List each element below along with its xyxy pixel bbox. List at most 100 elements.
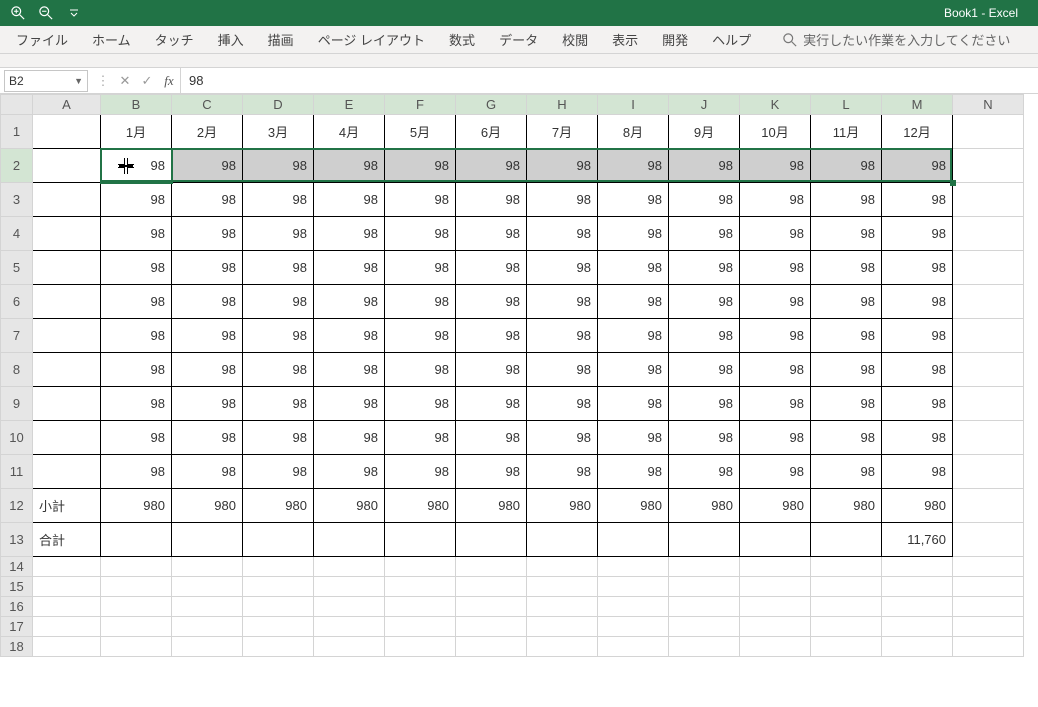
subtotal-cell[interactable]: 980 bbox=[669, 489, 740, 523]
data-cell[interactable]: 98 bbox=[172, 183, 243, 217]
cell-A2[interactable] bbox=[33, 149, 101, 183]
data-cell[interactable]: 98 bbox=[527, 319, 598, 353]
empty-cell[interactable] bbox=[882, 637, 953, 657]
empty-cell[interactable] bbox=[385, 637, 456, 657]
empty-cell[interactable] bbox=[101, 637, 172, 657]
data-cell[interactable]: 98 bbox=[598, 285, 669, 319]
data-cell[interactable]: 98 bbox=[811, 251, 882, 285]
subtotal-cell[interactable]: 980 bbox=[314, 489, 385, 523]
data-cell[interactable]: 98 bbox=[456, 387, 527, 421]
data-cell[interactable]: 98 bbox=[456, 285, 527, 319]
zoom-in-icon[interactable] bbox=[6, 1, 30, 25]
data-cell[interactable]: 98 bbox=[669, 217, 740, 251]
data-cell[interactable]: 98 bbox=[527, 421, 598, 455]
data-cell[interactable]: 98 bbox=[101, 319, 172, 353]
month-header[interactable]: 6月 bbox=[456, 115, 527, 149]
tab-touch[interactable]: タッチ bbox=[143, 26, 206, 53]
data-cell[interactable]: 98 bbox=[527, 455, 598, 489]
month-header[interactable]: 10月 bbox=[740, 115, 811, 149]
data-cell[interactable]: 98 bbox=[882, 387, 953, 421]
cell-N11[interactable] bbox=[953, 455, 1024, 489]
data-cell[interactable]: 98 bbox=[811, 285, 882, 319]
column-header-C[interactable]: C bbox=[172, 95, 243, 115]
total-empty-cell[interactable] bbox=[172, 523, 243, 557]
data-cell[interactable]: 98 bbox=[740, 455, 811, 489]
empty-cell[interactable] bbox=[598, 637, 669, 657]
data-cell[interactable]: 98 bbox=[669, 183, 740, 217]
month-header[interactable]: 4月 bbox=[314, 115, 385, 149]
data-cell[interactable]: 98 bbox=[740, 421, 811, 455]
cell-N3[interactable] bbox=[953, 183, 1024, 217]
tab-home[interactable]: ホーム bbox=[80, 26, 143, 53]
empty-cell[interactable] bbox=[314, 577, 385, 597]
row-header-12[interactable]: 12 bbox=[1, 489, 33, 523]
data-cell[interactable]: 98 bbox=[669, 319, 740, 353]
data-cell[interactable]: 98 bbox=[385, 217, 456, 251]
empty-cell[interactable] bbox=[669, 597, 740, 617]
data-cell[interactable]: 98 bbox=[882, 149, 953, 183]
empty-cell[interactable] bbox=[811, 637, 882, 657]
data-cell[interactable]: 98 bbox=[527, 217, 598, 251]
data-cell[interactable]: 98 bbox=[172, 285, 243, 319]
data-cell[interactable]: 98 bbox=[243, 149, 314, 183]
data-cell[interactable]: 98 bbox=[385, 421, 456, 455]
empty-cell[interactable] bbox=[172, 617, 243, 637]
empty-cell[interactable] bbox=[740, 557, 811, 577]
data-cell[interactable]: 98 bbox=[527, 387, 598, 421]
data-cell[interactable]: 98 bbox=[740, 319, 811, 353]
data-cell[interactable]: 98 bbox=[314, 319, 385, 353]
tab-review[interactable]: 校閲 bbox=[550, 26, 600, 53]
empty-cell[interactable] bbox=[456, 637, 527, 657]
tab-help[interactable]: ヘルプ bbox=[700, 26, 763, 53]
empty-cell[interactable] bbox=[101, 617, 172, 637]
cell-A1[interactable] bbox=[33, 115, 101, 149]
cell-N9[interactable] bbox=[953, 387, 1024, 421]
cell-N7[interactable] bbox=[953, 319, 1024, 353]
select-all-corner[interactable] bbox=[1, 95, 33, 115]
data-cell[interactable]: 98 bbox=[385, 387, 456, 421]
empty-cell[interactable] bbox=[314, 597, 385, 617]
subtotal-cell[interactable]: 980 bbox=[385, 489, 456, 523]
data-cell[interactable]: 98 bbox=[243, 251, 314, 285]
data-cell[interactable]: 98 bbox=[811, 455, 882, 489]
data-cell[interactable]: 98 bbox=[669, 455, 740, 489]
zoom-out-icon[interactable] bbox=[34, 1, 58, 25]
subtotal-label[interactable]: 小計 bbox=[33, 489, 101, 523]
cell-N13[interactable] bbox=[953, 523, 1024, 557]
data-cell[interactable]: 98 bbox=[314, 421, 385, 455]
empty-cell[interactable] bbox=[811, 577, 882, 597]
data-cell[interactable]: 98 bbox=[527, 285, 598, 319]
data-cell[interactable]: 98 bbox=[243, 319, 314, 353]
column-header-J[interactable]: J bbox=[669, 95, 740, 115]
cell-N8[interactable] bbox=[953, 353, 1024, 387]
data-cell[interactable]: 98 bbox=[598, 183, 669, 217]
cell-A8[interactable] bbox=[33, 353, 101, 387]
row-header-4[interactable]: 4 bbox=[1, 217, 33, 251]
column-header-M[interactable]: M bbox=[882, 95, 953, 115]
cell-A5[interactable] bbox=[33, 251, 101, 285]
month-header[interactable]: 11月 bbox=[811, 115, 882, 149]
empty-cell[interactable] bbox=[314, 557, 385, 577]
column-header-K[interactable]: K bbox=[740, 95, 811, 115]
data-cell[interactable]: 98 bbox=[172, 455, 243, 489]
data-cell[interactable]: 98 bbox=[882, 251, 953, 285]
empty-cell[interactable] bbox=[527, 577, 598, 597]
subtotal-cell[interactable]: 980 bbox=[243, 489, 314, 523]
data-cell[interactable]: 98 bbox=[385, 183, 456, 217]
empty-cell[interactable] bbox=[456, 557, 527, 577]
column-header-A[interactable]: A bbox=[33, 95, 101, 115]
cell-A10[interactable] bbox=[33, 421, 101, 455]
empty-cell[interactable] bbox=[243, 557, 314, 577]
data-cell[interactable]: 98 bbox=[243, 183, 314, 217]
row-header-17[interactable]: 17 bbox=[1, 617, 33, 637]
row-header-11[interactable]: 11 bbox=[1, 455, 33, 489]
empty-cell[interactable] bbox=[172, 637, 243, 657]
month-header[interactable]: 12月 bbox=[882, 115, 953, 149]
spreadsheet-grid[interactable]: ABCDEFGHIJKLMN11月2月3月4月5月6月7月8月9月10月11月1… bbox=[0, 94, 1038, 657]
data-cell[interactable]: 98 bbox=[101, 251, 172, 285]
data-cell[interactable]: 98 bbox=[527, 251, 598, 285]
cell-A11[interactable] bbox=[33, 455, 101, 489]
data-cell[interactable]: 98 bbox=[882, 455, 953, 489]
empty-cell[interactable] bbox=[456, 597, 527, 617]
data-cell[interactable]: 98 bbox=[669, 285, 740, 319]
